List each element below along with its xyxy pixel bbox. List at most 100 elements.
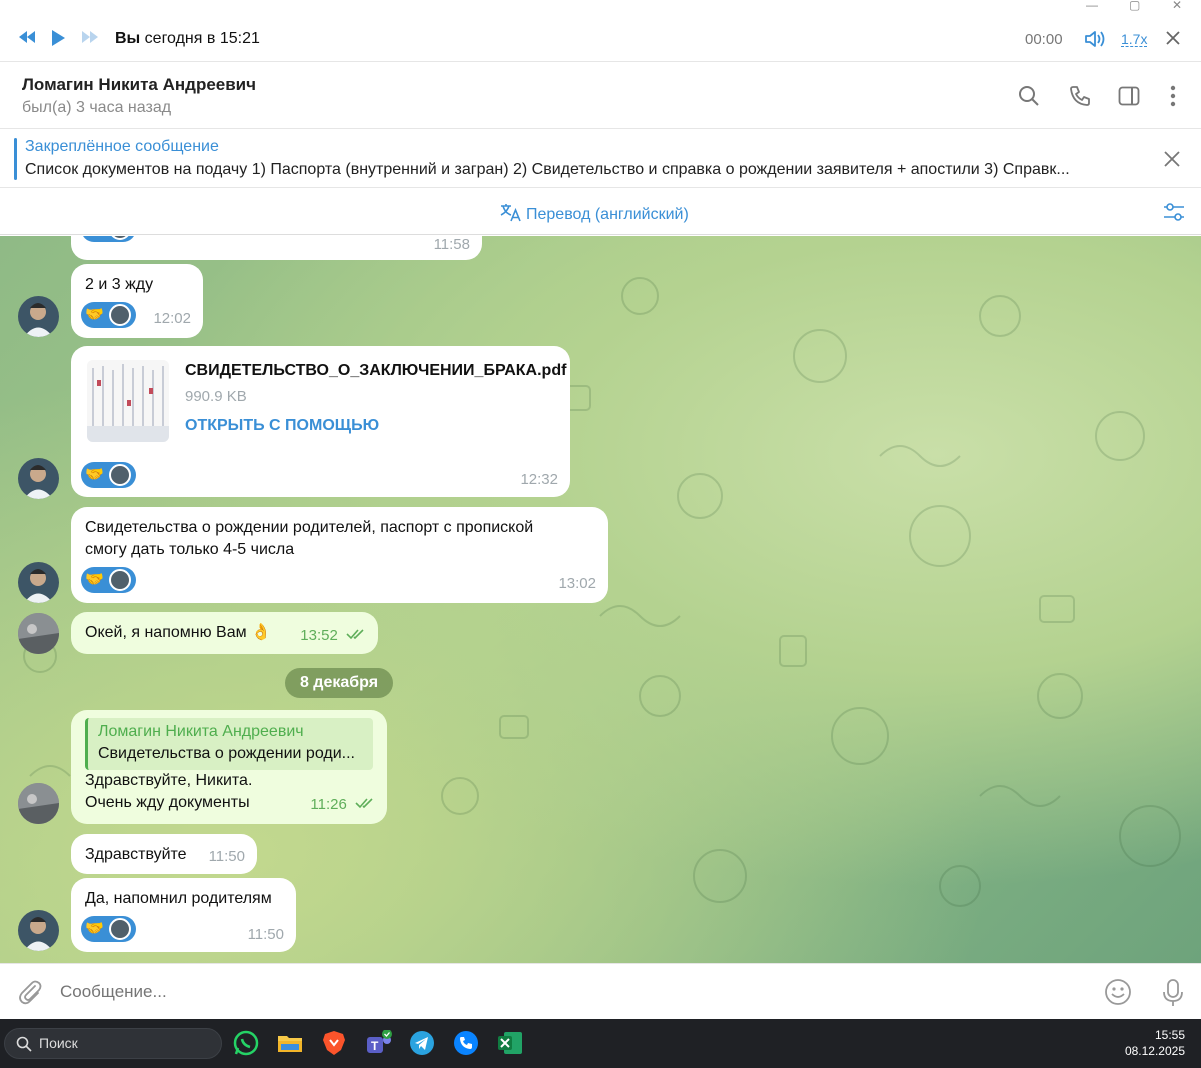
playback-speed-button[interactable]: 1.7x (1121, 32, 1148, 47)
sidebar-toggle-icon[interactable] (1118, 85, 1140, 111)
minimize-icon[interactable]: — (1086, 0, 1098, 12)
svg-text:T: T (371, 1039, 379, 1053)
attach-icon[interactable] (17, 978, 43, 1010)
message-time-with-checks: 13:52 (300, 625, 366, 647)
avatar[interactable] (18, 562, 59, 603)
file-name[interactable]: СВИДЕТЕЛЬСТВО_О_ЗАКЛЮЧЕНИИ_БРАКА.pdf (185, 360, 566, 382)
file-size: 990.9 KB (185, 388, 247, 405)
translate-icon (500, 202, 522, 227)
phone-app-icon[interactable] (453, 1030, 479, 1056)
avatar[interactable] (18, 613, 59, 654)
translate-bar: Перевод (английский) (0, 189, 1201, 235)
maximize-icon[interactable]: ▢ (1129, 0, 1140, 12)
brave-browser-icon[interactable] (321, 1030, 347, 1056)
file-message-bubble[interactable]: СВИДЕТЕЛЬСТВО_О_ЗАКЛЮЧЕНИИ_БРАКА.pdf 990… (71, 346, 570, 497)
message-text: Да, напомнил родителям (85, 890, 272, 907)
player-time: 00:00 (1025, 31, 1063, 48)
reaction-avatar (109, 569, 131, 591)
emoji-icon[interactable] (1104, 978, 1132, 1010)
teams-icon[interactable]: T (365, 1029, 392, 1056)
message-text: 2 и 3 жду (85, 276, 154, 293)
outgoing-message-bubble[interactable]: Ломагин Никита Андреевич Свидетельства о… (71, 710, 387, 824)
message-text: Окей, я напомню Вам 👌 (85, 624, 271, 641)
search-icon[interactable] (1018, 85, 1040, 111)
message-bubble[interactable]: 2 и 3 жду 🤝 12:02 (71, 264, 203, 338)
pinned-accent-bar (14, 138, 17, 180)
pinned-message[interactable]: Закреплённое сообщение Список документов… (0, 130, 1201, 188)
reaction-badge[interactable]: 🤝 (81, 462, 136, 488)
reply-author: Ломагин Никита Андреевич (98, 723, 304, 740)
reaction-badge[interactable]: 🤝 (81, 567, 136, 593)
message-time-with-checks: 11:26 (310, 794, 375, 816)
reaction-badge[interactable] (81, 236, 136, 242)
player-title-bold: Вы (115, 30, 141, 47)
taskbar-search[interactable]: Поиск (4, 1028, 222, 1059)
taskbar-clock[interactable]: 15:55 08.12.2025 (1125, 1027, 1185, 1059)
message-text-line-2: смогу дать только 4-5 числа (85, 541, 295, 558)
chat-peer-status: был(а) 3 часа назад (22, 99, 172, 116)
taskbar-search-label: Поиск (39, 1035, 78, 1051)
file-explorer-icon[interactable] (277, 1030, 303, 1056)
message-bubble[interactable]: 11:58 (71, 236, 482, 260)
telegram-icon[interactable] (409, 1030, 435, 1056)
message-time: 11:26 (310, 796, 347, 813)
reply-quote[interactable]: Ломагин Никита Андреевич Свидетельства о… (85, 718, 373, 770)
player-title-rest: сегодня в 15:21 (140, 30, 260, 47)
avatar[interactable] (18, 458, 59, 499)
handshake-emoji: 🤝 (85, 920, 104, 937)
window-titlebar: — ▢ ✕ (0, 0, 1201, 14)
taskbar-time: 15:55 (1154, 1028, 1185, 1042)
message-composer (0, 963, 1201, 1019)
translate-settings-icon[interactable] (1162, 201, 1186, 227)
avatar[interactable] (18, 910, 59, 951)
reaction-avatar (109, 304, 131, 326)
rewind-icon[interactable] (17, 29, 37, 49)
avatar[interactable] (18, 296, 59, 337)
call-icon[interactable] (1069, 85, 1091, 111)
message-time: 12:32 (520, 471, 558, 488)
reaction-avatar (109, 236, 131, 240)
message-time: 11:58 (433, 236, 470, 253)
message-text-line-2: Очень жду документы (85, 794, 250, 811)
whatsapp-icon[interactable] (233, 1030, 259, 1056)
chat-header: Ломагин Никита Андреевич был(а) 3 часа н… (0, 63, 1201, 129)
audio-player-bar: Вы сегодня в 15:21 00:00 1.7x (0, 14, 1201, 62)
open-with-link[interactable]: ОТКРЫТЬ С ПОМОЩЬЮ (185, 415, 379, 437)
forward-icon[interactable] (80, 29, 100, 49)
read-checks-icon (346, 625, 366, 647)
more-menu-icon[interactable] (1170, 85, 1176, 111)
windows-taskbar: Поиск T 15:55 08.12.2025 (0, 1019, 1201, 1068)
message-time: 12:02 (153, 310, 191, 327)
avatar[interactable] (18, 783, 59, 824)
excel-icon[interactable] (497, 1030, 523, 1056)
message-time: 11:50 (208, 848, 245, 865)
reaction-badge[interactable]: 🤝 (81, 302, 136, 328)
close-player-icon[interactable] (1165, 30, 1181, 50)
chat-peer-name[interactable]: Ломагин Никита Андреевич (22, 75, 256, 95)
message-time: 13:02 (558, 575, 596, 592)
message-bubble[interactable]: Свидетельства о рождении родителей, пасп… (71, 507, 608, 603)
message-bubble[interactable]: Здравствуйте 11:50 (71, 834, 257, 874)
window-close-icon[interactable]: ✕ (1172, 0, 1182, 12)
player-title[interactable]: Вы сегодня в 15:21 (115, 30, 260, 48)
message-text-line-1: Свидетельства о рождении родителей, пасп… (85, 519, 534, 536)
handshake-emoji: 🤝 (85, 466, 104, 483)
message-input[interactable] (60, 974, 1080, 1010)
pinned-text: Список документов на подачу 1) Паспорта … (25, 161, 1070, 178)
play-icon[interactable] (50, 29, 66, 51)
date-separator: 8 декабря (285, 668, 393, 698)
message-bubble[interactable]: Да, напомнил родителям 🤝 11:50 (71, 878, 296, 952)
close-pinned-icon[interactable] (1163, 150, 1181, 172)
pinned-title: Закреплённое сообщение (25, 138, 219, 155)
volume-icon[interactable] (1084, 29, 1106, 53)
file-thumbnail[interactable] (87, 360, 169, 442)
outgoing-message-bubble[interactable]: Окей, я напомню Вам 👌 13:52 (71, 612, 378, 654)
microphone-icon[interactable] (1161, 978, 1185, 1012)
chat-history[interactable]: 11:58 2 и 3 жду 🤝 12:02 СВИДЕТЕЛЬСТВО_О_… (0, 236, 1201, 963)
reaction-avatar (109, 464, 131, 486)
translate-label: Перевод (английский) (526, 205, 689, 223)
reaction-badge[interactable]: 🤝 (81, 916, 136, 942)
read-checks-icon (355, 794, 375, 816)
translate-button[interactable]: Перевод (английский) (500, 202, 689, 227)
handshake-emoji: 🤝 (85, 306, 104, 323)
